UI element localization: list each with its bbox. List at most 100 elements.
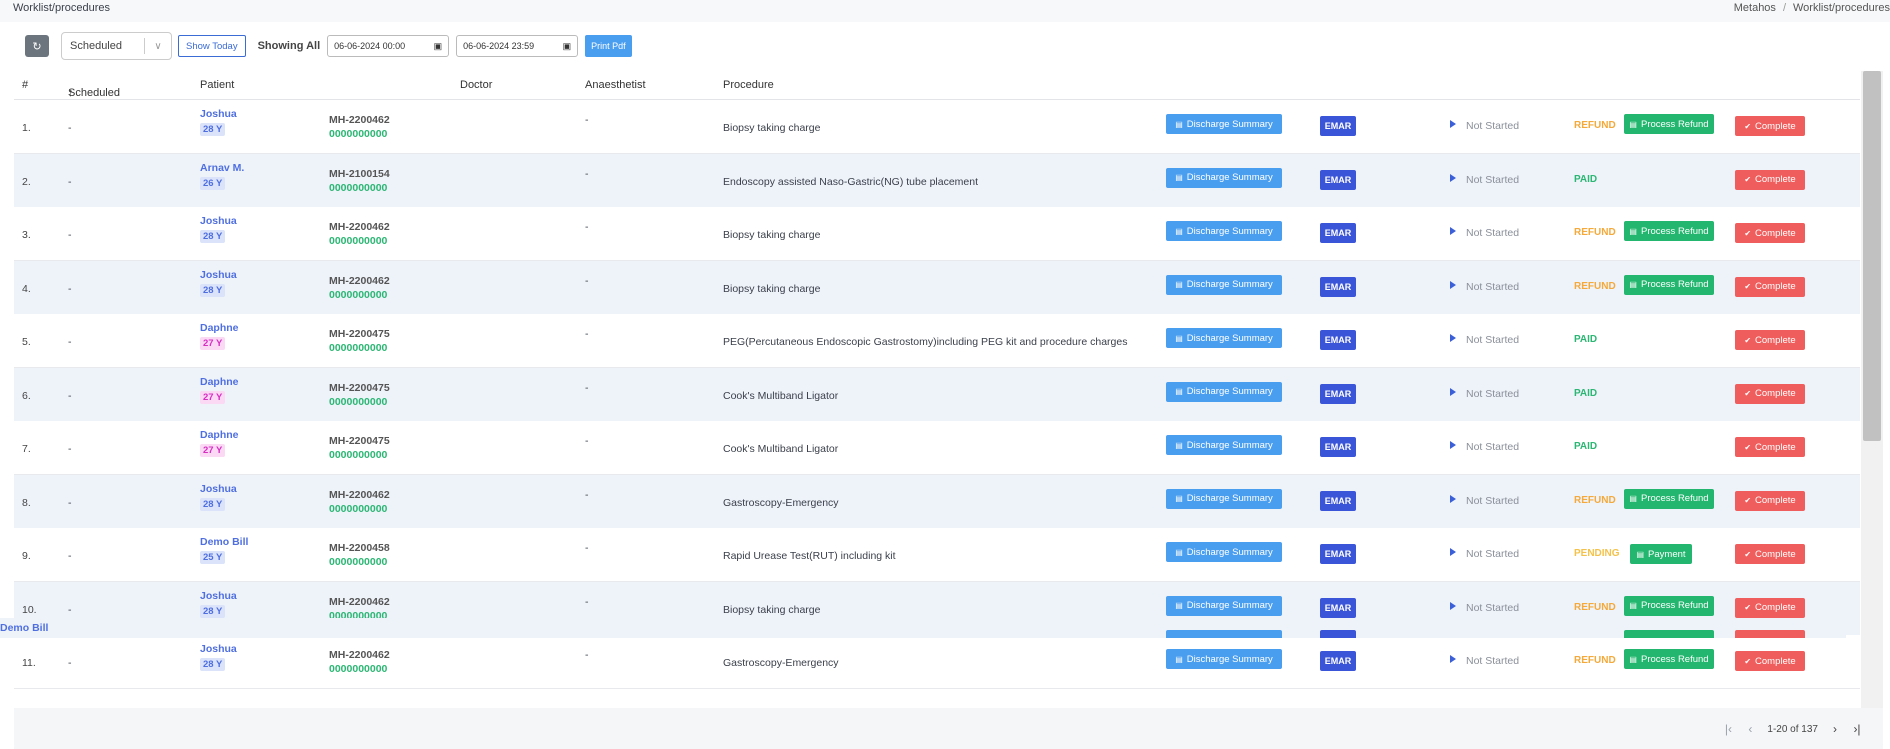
play-icon[interactable] (1450, 227, 1456, 235)
discharge-summary-button[interactable]: ▤ Discharge Summary (1166, 328, 1282, 348)
patient-name-link[interactable]: Joshua (200, 483, 237, 495)
patient-name-link[interactable]: Joshua (200, 590, 237, 602)
emar-button[interactable]: EMAR (1320, 330, 1356, 350)
patient-name-link[interactable]: Arnav M. (200, 162, 244, 174)
vertical-scrollbar[interactable] (1861, 71, 1883, 711)
emar-button[interactable]: EMAR (1320, 276, 1356, 297)
status-select[interactable]: Scheduled ∨ (61, 32, 172, 60)
play-icon[interactable] (1450, 120, 1456, 128)
emar-button[interactable]: EMAR (1320, 116, 1356, 136)
discharge-summary-button[interactable]: ▤ Discharge Summary (1166, 274, 1282, 295)
patient-name-link[interactable]: Daphne (200, 322, 239, 334)
patient-name-link[interactable]: Joshua (200, 108, 237, 120)
discharge-summary-button[interactable]: ▤ Discharge Summary (1166, 649, 1282, 669)
patient-name-link[interactable]: Joshua (200, 643, 237, 655)
complete-button[interactable]: ✔ Complete (1735, 330, 1805, 350)
discharge-summary-button[interactable]: ▤ Discharge Summary (1166, 488, 1282, 509)
complete-button[interactable]: ✔ Complete (1735, 651, 1805, 671)
procedure-status: Not Started (1466, 120, 1520, 132)
process-refund-button[interactable] (1624, 630, 1714, 638)
complete-button[interactable]: ✔ Complete (1735, 490, 1805, 511)
discharge-summary-button[interactable]: ▤ Discharge Summary (1166, 114, 1282, 134)
play-icon[interactable] (1450, 334, 1456, 342)
discharge-summary-button[interactable]: ▤ Discharge Summary (1166, 381, 1282, 402)
document-icon: ▤ (1175, 173, 1183, 182)
complete-button[interactable]: ✔ Complete (1735, 597, 1805, 618)
patient-name-link[interactable]: Daphne (200, 376, 239, 388)
row-number: 6. (22, 389, 31, 402)
play-icon[interactable] (1450, 601, 1456, 610)
process-refund-button[interactable]: ▤ Process Refund (1624, 221, 1714, 241)
process-refund-button[interactable]: ▤ Process Refund (1624, 649, 1714, 669)
toolbar: ↻ Scheduled ∨ Show Today Showing All 06-… (25, 32, 632, 60)
emar-button[interactable]: EMAR (1320, 437, 1356, 457)
complete-button[interactable]: ✔ Complete (1735, 276, 1805, 297)
patient-name-link[interactable]: Joshua (200, 215, 237, 227)
play-icon[interactable] (1450, 280, 1456, 289)
calendar-icon[interactable]: ▣ (434, 41, 443, 52)
previous-page-icon[interactable]: ‹ (1739, 722, 1761, 736)
patient-mh-number: MH-2200475 (329, 381, 390, 394)
scheduled-value: - (68, 282, 72, 295)
process-refund-button[interactable]: ▤ Process Refund (1624, 114, 1714, 134)
discharge-summary-button[interactable]: ▤ Discharge Summary (1166, 595, 1282, 616)
end-datetime-input[interactable]: 06-06-2024 23:59 ▣ (456, 35, 579, 57)
emar-button[interactable]: EMAR (1320, 490, 1356, 511)
patient-name-link[interactable]: Joshua (200, 269, 237, 281)
scheduled-value: - (68, 550, 72, 562)
patient-name-link[interactable]: Demo Bill (200, 536, 248, 548)
patient-name-link[interactable]: Demo Bill (0, 622, 48, 634)
last-page-icon[interactable]: ›| (1846, 722, 1868, 736)
discharge-summary-button[interactable]: ▤ Discharge Summary (1166, 221, 1282, 241)
patient-age-badge: 28 Y (200, 497, 226, 511)
patient-name-link[interactable]: Daphne (200, 429, 239, 441)
process-refund-label: Process Refund (1640, 600, 1709, 611)
complete-button[interactable]: ✔ Complete (1735, 437, 1805, 457)
document-icon: ▤ (1175, 440, 1183, 450)
print-pdf-button[interactable]: Print Pdf (585, 35, 632, 57)
discharge-summary-button[interactable]: ▤ Discharge Summary (1166, 167, 1282, 188)
complete-button[interactable]: ✔ Complete (1735, 169, 1805, 190)
play-icon[interactable] (1450, 441, 1456, 449)
emar-button[interactable]: EMAR (1320, 651, 1356, 671)
document-icon: ▤ (1175, 654, 1183, 664)
emar-button[interactable]: EMAR (1320, 544, 1356, 564)
anaesthetist-value: - (585, 167, 589, 180)
calendar-icon[interactable]: ▣ (563, 41, 572, 52)
process-refund-button[interactable]: ▤ Process Refund (1624, 488, 1714, 509)
patient-mh-number: MH-2200462 (329, 274, 390, 287)
discharge-summary-button[interactable] (1166, 630, 1282, 638)
scrollbar-thumb[interactable] (1863, 71, 1881, 441)
next-page-icon[interactable]: › (1824, 722, 1846, 736)
play-icon[interactable] (1450, 548, 1456, 556)
show-today-button[interactable]: Show Today (178, 35, 246, 57)
complete-button[interactable] (1735, 630, 1805, 638)
play-icon[interactable] (1450, 387, 1456, 396)
discharge-summary-button[interactable]: ▤ Discharge Summary (1166, 435, 1282, 455)
discharge-summary-button[interactable]: ▤ Discharge Summary (1166, 542, 1282, 562)
emar-button[interactable]: EMAR (1320, 223, 1356, 243)
complete-button[interactable]: ✔ Complete (1735, 544, 1805, 564)
breadcrumb-home[interactable]: Metahos (1734, 2, 1776, 14)
procedure-status: Not Started (1466, 494, 1520, 507)
process-refund-button[interactable]: ▤ Process Refund (1624, 595, 1714, 616)
payment-button[interactable]: ▤ Payment (1630, 544, 1692, 564)
refresh-button[interactable]: ↻ (25, 35, 49, 57)
start-datetime-input[interactable]: 06-06-2024 00:00 ▣ (327, 35, 450, 57)
emar-button[interactable] (1320, 630, 1356, 638)
process-refund-button[interactable]: ▤ Process Refund (1624, 274, 1714, 295)
patient-mh-number: MH-2100154 (329, 167, 390, 180)
complete-button[interactable]: ✔ Complete (1735, 223, 1805, 243)
emar-button[interactable]: EMAR (1320, 383, 1356, 404)
play-icon[interactable] (1450, 655, 1456, 663)
play-icon[interactable] (1450, 173, 1456, 182)
chevron-down-icon[interactable]: ∨ (145, 41, 171, 52)
complete-button[interactable]: ✔ Complete (1735, 383, 1805, 404)
emar-button[interactable]: EMAR (1320, 169, 1356, 190)
play-icon[interactable] (1450, 494, 1456, 503)
patient-age-badge: 27 Y (200, 444, 226, 457)
first-page-icon[interactable]: |‹ (1717, 722, 1739, 736)
sort-up-icon[interactable]: ↑ (68, 87, 74, 99)
emar-button[interactable]: EMAR (1320, 597, 1356, 618)
complete-button[interactable]: ✔ Complete (1735, 116, 1805, 136)
